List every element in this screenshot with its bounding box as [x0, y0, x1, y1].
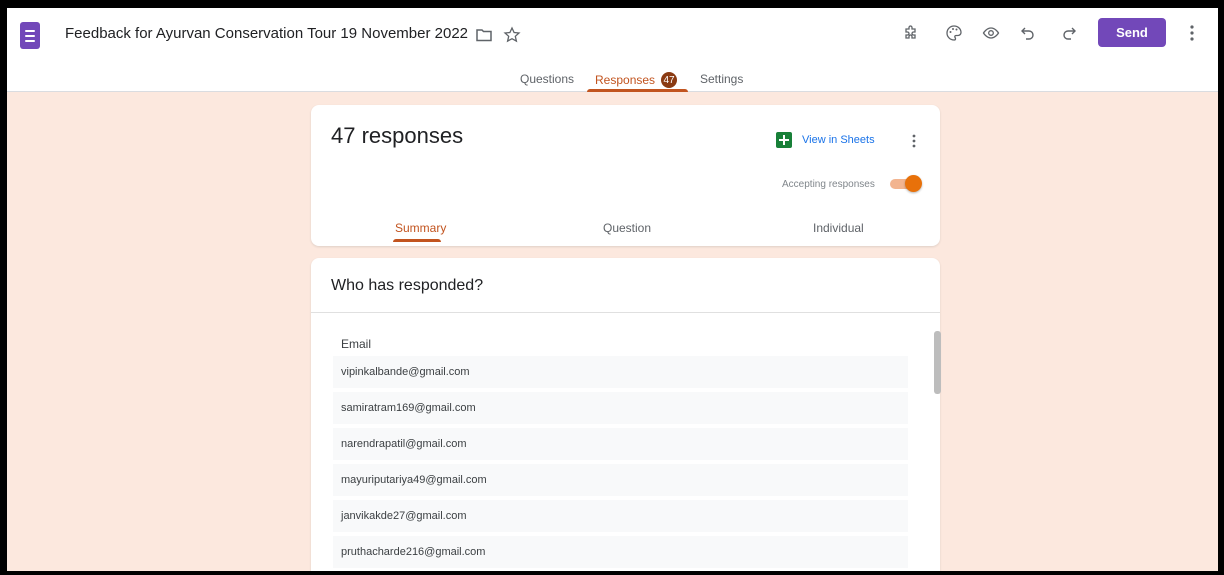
undo-icon[interactable]	[1017, 22, 1039, 44]
email-list-item[interactable]: samiratram169@gmail.com	[333, 392, 908, 424]
subtab-summary[interactable]: Summary	[395, 221, 446, 235]
response-count-heading: 47 responses	[331, 123, 464, 148]
card-divider	[311, 312, 940, 313]
email-list-item[interactable]: janvikakde27@gmail.com	[333, 500, 908, 532]
forms-window: Feedback for Ayurvan Conservation Tour 1…	[7, 8, 1218, 571]
addons-icon[interactable]	[900, 22, 922, 44]
accepting-responses-toggle[interactable]	[888, 175, 922, 193]
view-in-sheets-button[interactable]: View in Sheets	[776, 132, 875, 148]
email-list-item[interactable]: narendrapatil@gmail.com	[333, 428, 908, 460]
forms-logo-icon[interactable]	[20, 22, 40, 49]
email-list-scrollbar[interactable]	[934, 331, 941, 394]
active-subtab-indicator	[393, 239, 441, 242]
tab-questions-label: Questions	[520, 72, 575, 86]
palette-icon[interactable]	[943, 22, 965, 44]
form-tabs: Questions Responses 47 Settings	[7, 66, 1218, 92]
more-options-icon[interactable]	[907, 131, 921, 151]
folder-icon[interactable]	[475, 26, 493, 44]
accepting-responses-label: Accepting responses	[782, 179, 875, 190]
active-tab-indicator	[587, 89, 688, 92]
preview-eye-icon[interactable]	[980, 22, 1002, 44]
subtab-individual[interactable]: Individual	[813, 221, 864, 235]
tab-responses[interactable]: Responses 47	[595, 72, 678, 88]
responses-count-badge: 47	[661, 72, 678, 88]
tab-settings[interactable]: Settings	[700, 72, 743, 86]
email-list-item[interactable]: pruthacharde216@gmail.com	[333, 536, 908, 568]
email-list-item[interactable]: mayuriputariya49@gmail.com	[333, 464, 908, 496]
top-bar: Feedback for Ayurvan Conservation Tour 1…	[7, 8, 1218, 92]
form-title[interactable]: Feedback for Ayurvan Conservation Tour 1…	[65, 25, 468, 42]
tab-settings-label: Settings	[700, 72, 744, 86]
subtab-question[interactable]: Question	[603, 221, 651, 235]
redo-icon[interactable]	[1058, 22, 1080, 44]
more-vert-icon[interactable]	[1182, 20, 1202, 46]
email-list-item[interactable]: vipinkalbande@gmail.com	[333, 356, 908, 388]
sheets-icon	[776, 132, 792, 148]
tab-responses-label: Responses	[595, 73, 656, 87]
send-button[interactable]: Send	[1098, 18, 1166, 47]
who-has-responded-heading: Who has responded?	[331, 277, 484, 294]
responses-summary-card: 47 responses View in Sheets Accepting re…	[311, 105, 940, 246]
email-column-header: Email	[341, 337, 372, 351]
who-has-responded-card: Who has responded? Email vipinkalbande@g…	[311, 258, 941, 571]
tab-questions[interactable]: Questions	[520, 72, 574, 86]
star-icon[interactable]	[503, 26, 521, 44]
view-in-sheets-label: View in Sheets	[802, 134, 875, 146]
